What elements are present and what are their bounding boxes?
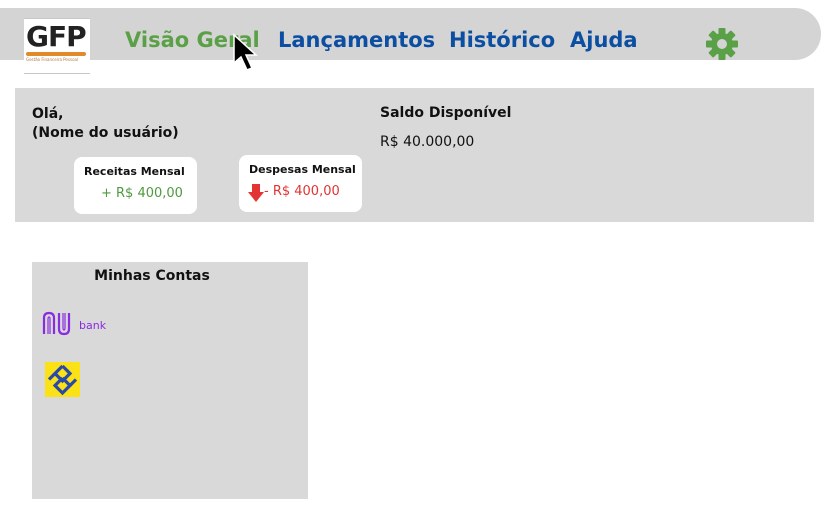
mouse-cursor-icon [233, 33, 258, 71]
expense-title: Despesas Mensal [249, 163, 356, 176]
nubank-account-logo[interactable]: bank [42, 310, 108, 338]
accounts-title: Minhas Contas [94, 268, 210, 284]
expense-value: - R$ 400,00 [264, 184, 340, 199]
page: Visão Geral Lançamentos Histórico Ajuda … [0, 0, 821, 506]
logo-swoosh [26, 52, 86, 56]
nav-historico[interactable]: Histórico [449, 28, 555, 52]
greeting-hello: Olá, [32, 106, 64, 122]
banco-do-brasil-account-logo[interactable] [45, 362, 80, 397]
logo-text: GFP [26, 20, 87, 53]
arrow-down-icon [248, 184, 264, 202]
greeting-username: (Nome do usuário) [32, 125, 179, 141]
greeting: Olá, (Nome do usuário) [32, 105, 179, 143]
summary-panel: Olá, (Nome do usuário) Saldo Disponível … [15, 88, 814, 222]
accounts-panel: Minhas Contas bank [32, 262, 308, 499]
income-value: + R$ 400,00 [101, 186, 183, 201]
top-navigation-bar: Visão Geral Lançamentos Histórico Ajuda [0, 8, 821, 60]
income-card[interactable]: Receitas Mensal + R$ 400,00 [74, 157, 197, 214]
income-title: Receitas Mensal [84, 165, 185, 178]
app-logo[interactable]: GFP Gestão Financeira Pessoal [24, 18, 90, 74]
banco-do-brasil-icon [47, 364, 78, 396]
nav-ajuda[interactable]: Ajuda [570, 28, 638, 52]
nubank-wordmark: bank [79, 319, 107, 332]
expense-card[interactable]: Despesas Mensal - R$ 400,00 [239, 155, 362, 212]
balance-value: R$ 40.000,00 [380, 134, 475, 150]
nubank-icon [42, 311, 71, 336]
nav-lancamentos[interactable]: Lançamentos [278, 28, 435, 52]
logo-tagline: Gestão Financeira Pessoal [26, 57, 79, 62]
balance-label: Saldo Disponível [380, 105, 512, 121]
gear-icon[interactable] [704, 26, 740, 62]
